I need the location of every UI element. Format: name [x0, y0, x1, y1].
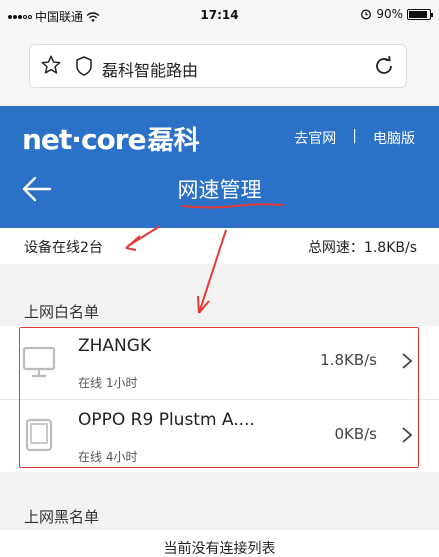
whitelist-header: 上网白名单	[0, 294, 439, 326]
online-count: 设备在线2台	[24, 240, 103, 256]
brand-logo: net·core磊科	[22, 120, 200, 157]
link-separator: |	[352, 128, 357, 144]
battery-level	[409, 10, 427, 18]
star-icon[interactable]	[40, 54, 62, 76]
device-status: 在线 1小时	[78, 376, 138, 390]
list-item[interactable]: ZHANGK 在线 1小时 1.8KB/s	[0, 326, 439, 399]
logo-text: net·core	[22, 123, 147, 156]
official-site-link[interactable]: 去官网	[294, 128, 336, 148]
status-right: 90%	[360, 7, 433, 21]
battery-percent: 90%	[376, 7, 403, 21]
address-bar[interactable]: 磊科智能路由	[29, 44, 407, 88]
header-links: 去官网 | 电脑版	[294, 128, 415, 148]
section-gap	[0, 472, 439, 500]
device-speed: 1.8KB/s	[320, 351, 377, 369]
device-name: OPPO R9 Plustm A....	[78, 410, 255, 430]
blacklist-empty-text: 当前没有连接列表	[0, 530, 439, 557]
device-speed: 0KB/s	[334, 425, 377, 443]
total-speed: 总网速：1.8KB/s	[307, 240, 417, 256]
desktop-icon	[22, 346, 56, 378]
blacklist-header: 上网黑名单	[0, 500, 439, 530]
logo-cn: 磊科	[147, 126, 200, 156]
chevron-right-icon	[402, 427, 413, 443]
chevron-right-icon	[402, 353, 413, 369]
alarm-icon	[361, 9, 372, 20]
device-status: 在线 4小时	[78, 450, 138, 464]
whitelist-list: ZHANGK 在线 1小时 1.8KB/s OPPO R9 Plustm A..…	[0, 326, 439, 472]
status-bar: 中国联通 17:14 90%	[0, 0, 439, 30]
reload-icon[interactable]	[372, 54, 396, 78]
app-header: net·core磊科 去官网 | 电脑版 网速管理	[0, 106, 439, 228]
browser-toolbar: 磊科智能路由	[0, 30, 439, 106]
battery-icon	[407, 8, 433, 20]
address-text[interactable]: 磊科智能路由	[102, 57, 198, 81]
list-item[interactable]: OPPO R9 Plustm A.... 在线 4小时 0KB/s	[0, 399, 439, 472]
section-gap	[0, 264, 439, 294]
device-name: ZHANGK	[78, 336, 152, 356]
desktop-version-link[interactable]: 电脑版	[373, 128, 415, 148]
summary-row: 设备在线2台 总网速：1.8KB/s	[0, 228, 439, 264]
shield-icon	[76, 56, 92, 76]
tablet-icon	[25, 418, 53, 452]
title-underline-annotation	[181, 203, 284, 209]
